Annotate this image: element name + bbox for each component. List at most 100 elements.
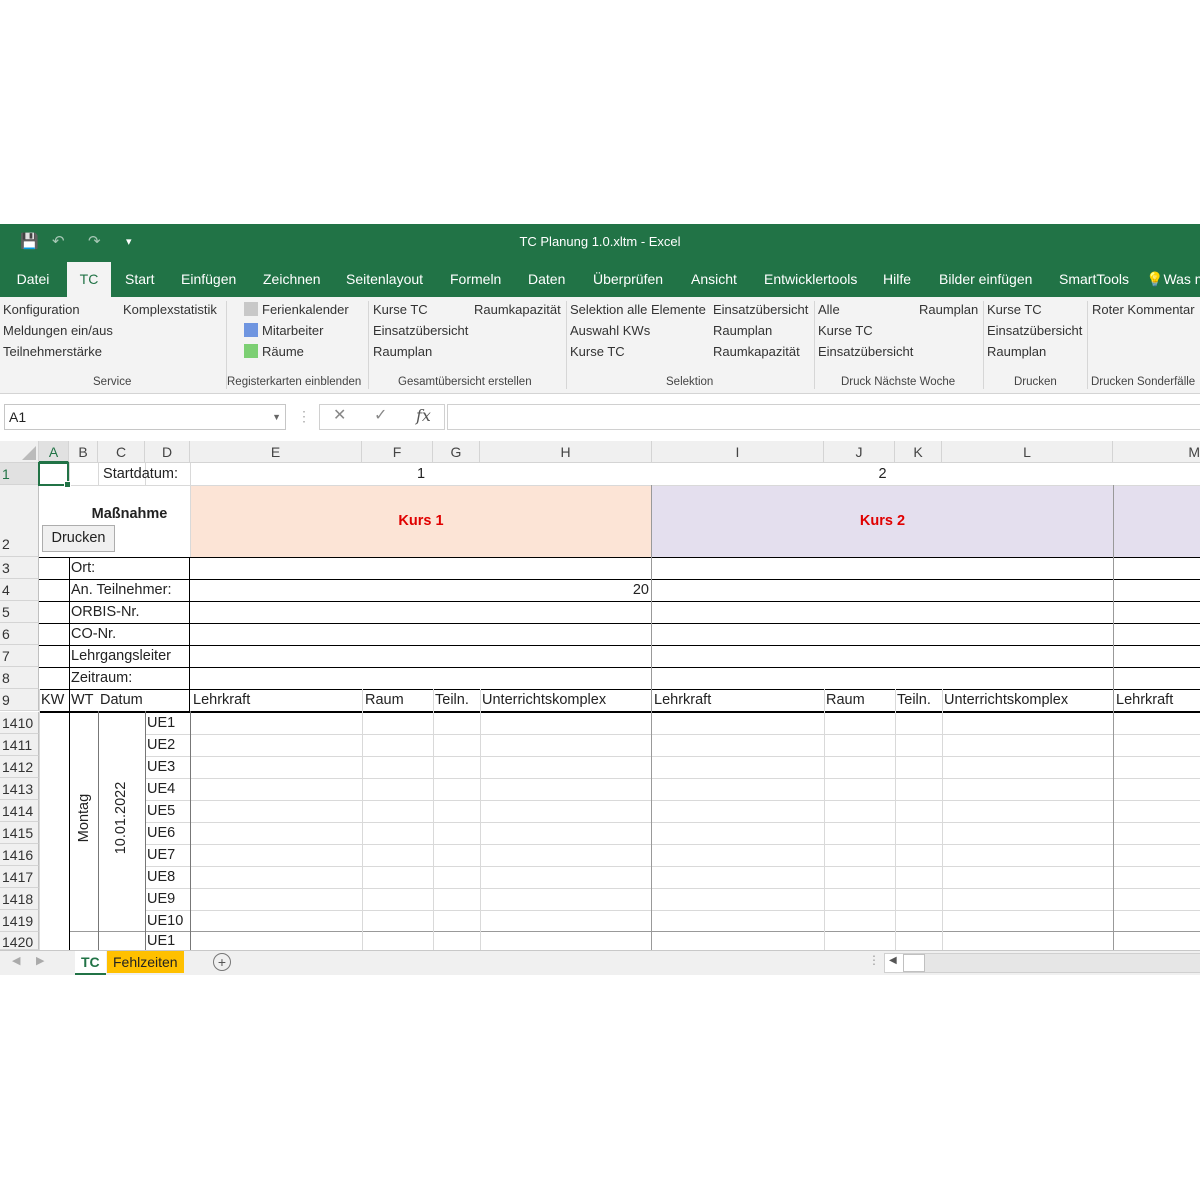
ue-cell[interactable]: UE6 <box>147 822 189 844</box>
komplexstatistik-button[interactable]: Komplexstatistik <box>123 302 217 317</box>
scroll-right-icon[interactable]: ▶ <box>36 954 44 967</box>
naechste-kurse-tc-button[interactable]: Kurse TC <box>818 323 873 338</box>
ue-cell[interactable]: UE10 <box>147 910 189 932</box>
cancel-icon[interactable]: ✕ <box>333 404 346 428</box>
column-header-j[interactable]: J <box>824 441 895 463</box>
column-header-h[interactable]: H <box>480 441 652 463</box>
row-header-7[interactable]: 7 <box>0 645 39 667</box>
ue-cell[interactable]: UE5 <box>147 800 189 822</box>
tab-start[interactable]: Start <box>125 262 155 297</box>
row-header-1413[interactable]: 1413 <box>0 778 39 800</box>
column-header-m[interactable]: M <box>1113 441 1200 463</box>
row-header-1412[interactable]: 1412 <box>0 756 39 778</box>
column-header-c[interactable]: C <box>98 441 145 463</box>
enter-icon[interactable]: ✓ <box>374 404 387 428</box>
select-all-corner[interactable] <box>0 441 39 463</box>
drucken-raumplan-button[interactable]: Raumplan <box>987 344 1046 359</box>
tell-me-search[interactable]: 💡Was m <box>1146 262 1200 297</box>
gesamt-einsatzuebersicht-button[interactable]: Einsatzübersicht <box>373 323 468 338</box>
konfiguration-button[interactable]: Konfiguration <box>3 302 80 317</box>
tab-bilder-einfuegen[interactable]: Bilder einfügen <box>939 262 1032 297</box>
worksheet-grid[interactable]: A B C D E F G H I J K L M 1 2 3 4 5 6 7 … <box>0 441 1200 950</box>
weekday-cell[interactable]: Montag <box>74 768 94 868</box>
meldungen-button[interactable]: Meldungen ein/aus <box>3 323 113 338</box>
tab-zeichnen[interactable]: Zeichnen <box>263 262 321 297</box>
function-icon[interactable]: fx <box>416 404 431 428</box>
tab-tc[interactable]: TC <box>67 262 111 297</box>
ue-cell[interactable]: UE9 <box>147 888 189 910</box>
row-header-3[interactable]: 3 <box>0 557 39 579</box>
gesamt-raumplan-button[interactable]: Raumplan <box>373 344 432 359</box>
row-header-2[interactable]: 2 <box>0 485 39 557</box>
row-header-6[interactable]: 6 <box>0 623 39 645</box>
kurs-1-teilnehmer-value[interactable]: 20 <box>190 579 649 601</box>
kurs-1-number[interactable]: 1 <box>190 463 652 485</box>
scrollbar-track[interactable] <box>925 954 1200 972</box>
column-header-d[interactable]: D <box>145 441 190 463</box>
scroll-left-icon[interactable]: ◀ <box>889 955 897 966</box>
scroll-left-icon[interactable]: ◀ <box>12 954 20 967</box>
add-sheet-icon[interactable]: + <box>213 953 231 971</box>
row-header-9[interactable]: 9 <box>0 689 39 711</box>
selected-cell-a1[interactable] <box>38 462 71 488</box>
kurs-2-number[interactable]: 2 <box>652 463 1113 485</box>
column-header-e[interactable]: E <box>190 441 362 463</box>
column-header-i[interactable]: I <box>652 441 824 463</box>
tab-smarttools[interactable]: SmartTools <box>1059 262 1129 297</box>
column-header-l[interactable]: L <box>942 441 1113 463</box>
selektion-raumkapazitaet-button[interactable]: Raumkapazität <box>713 344 800 359</box>
column-header-b[interactable]: B <box>69 441 98 463</box>
tab-ueberpruefen[interactable]: Überprüfen <box>593 262 663 297</box>
ferienkalender-button[interactable]: Ferienkalender <box>244 302 349 317</box>
row-header-1410[interactable]: 1410 <box>0 712 39 734</box>
tab-einfuegen[interactable]: Einfügen <box>181 262 236 297</box>
auswahl-kws-button[interactable]: Auswahl KWs <box>570 323 650 338</box>
tab-entwicklertools[interactable]: Entwicklertools <box>764 262 857 297</box>
formula-input[interactable] <box>447 404 1200 430</box>
naechste-alle-button[interactable]: Alle <box>818 302 840 317</box>
raeume-button[interactable]: Räume <box>244 344 304 359</box>
selektion-einsatzuebersicht-button[interactable]: Einsatzübersicht <box>713 302 808 317</box>
column-header-g[interactable]: G <box>433 441 480 463</box>
row-header-5[interactable]: 5 <box>0 601 39 623</box>
tab-ansicht[interactable]: Ansicht <box>691 262 737 297</box>
teilnehmerstaerke-button[interactable]: Teilnehmerstärke <box>3 344 102 359</box>
row-header-1414[interactable]: 1414 <box>0 800 39 822</box>
gesamt-raumkapazitaet-button[interactable]: Raumkapazität <box>474 302 561 317</box>
row-header-4[interactable]: 4 <box>0 579 39 601</box>
naechste-einsatzuebersicht-button[interactable]: Einsatzübersicht <box>818 344 913 359</box>
scrollbar-thumb[interactable] <box>903 954 925 972</box>
sheet-tab-tc[interactable]: TC <box>75 951 106 975</box>
naechste-raumplan-button[interactable]: Raumplan <box>919 302 978 317</box>
tab-datei[interactable]: Datei <box>0 262 66 297</box>
date-cell[interactable]: 10.01.2022 <box>111 758 131 878</box>
column-header-a[interactable]: A <box>39 441 69 463</box>
roter-kommentar-button[interactable]: Roter Kommentar <box>1092 302 1195 317</box>
row-header-1415[interactable]: 1415 <box>0 822 39 844</box>
fill-handle[interactable] <box>64 481 71 488</box>
drucken-einsatzuebersicht-button[interactable]: Einsatzübersicht <box>987 323 1082 338</box>
horizontal-scrollbar[interactable]: ◀ <box>884 953 1200 973</box>
ue-cell[interactable]: UE4 <box>147 778 189 800</box>
selektion-alle-button[interactable]: Selektion alle Elemente <box>570 302 706 317</box>
tab-daten[interactable]: Daten <box>528 262 565 297</box>
row-header-1418[interactable]: 1418 <box>0 888 39 910</box>
ue-cell[interactable]: UE3 <box>147 756 189 778</box>
name-box[interactable]: A1 ▼ <box>4 404 286 430</box>
drucken-kurse-tc-button[interactable]: Kurse TC <box>987 302 1042 317</box>
ue-cell[interactable]: UE1 <box>147 932 189 950</box>
row-header-1417[interactable]: 1417 <box>0 866 39 888</box>
chevron-down-icon[interactable]: ▼ <box>272 405 281 429</box>
row-header-1420[interactable]: 1420 <box>0 932 39 950</box>
column-header-k[interactable]: K <box>895 441 942 463</box>
tab-hilfe[interactable]: Hilfe <box>883 262 911 297</box>
tab-seitenlayout[interactable]: Seitenlayout <box>346 262 423 297</box>
sheet-tab-fehlzeiten[interactable]: Fehlzeiten <box>107 951 184 973</box>
ue-cell[interactable]: UE1 <box>147 712 189 734</box>
row-header-1419[interactable]: 1419 <box>0 910 39 932</box>
row-header-8[interactable]: 8 <box>0 667 39 689</box>
mitarbeiter-button[interactable]: Mitarbeiter <box>244 323 323 338</box>
column-header-f[interactable]: F <box>362 441 433 463</box>
ue-cell[interactable]: UE7 <box>147 844 189 866</box>
row-header-1[interactable]: 1 <box>0 463 39 485</box>
